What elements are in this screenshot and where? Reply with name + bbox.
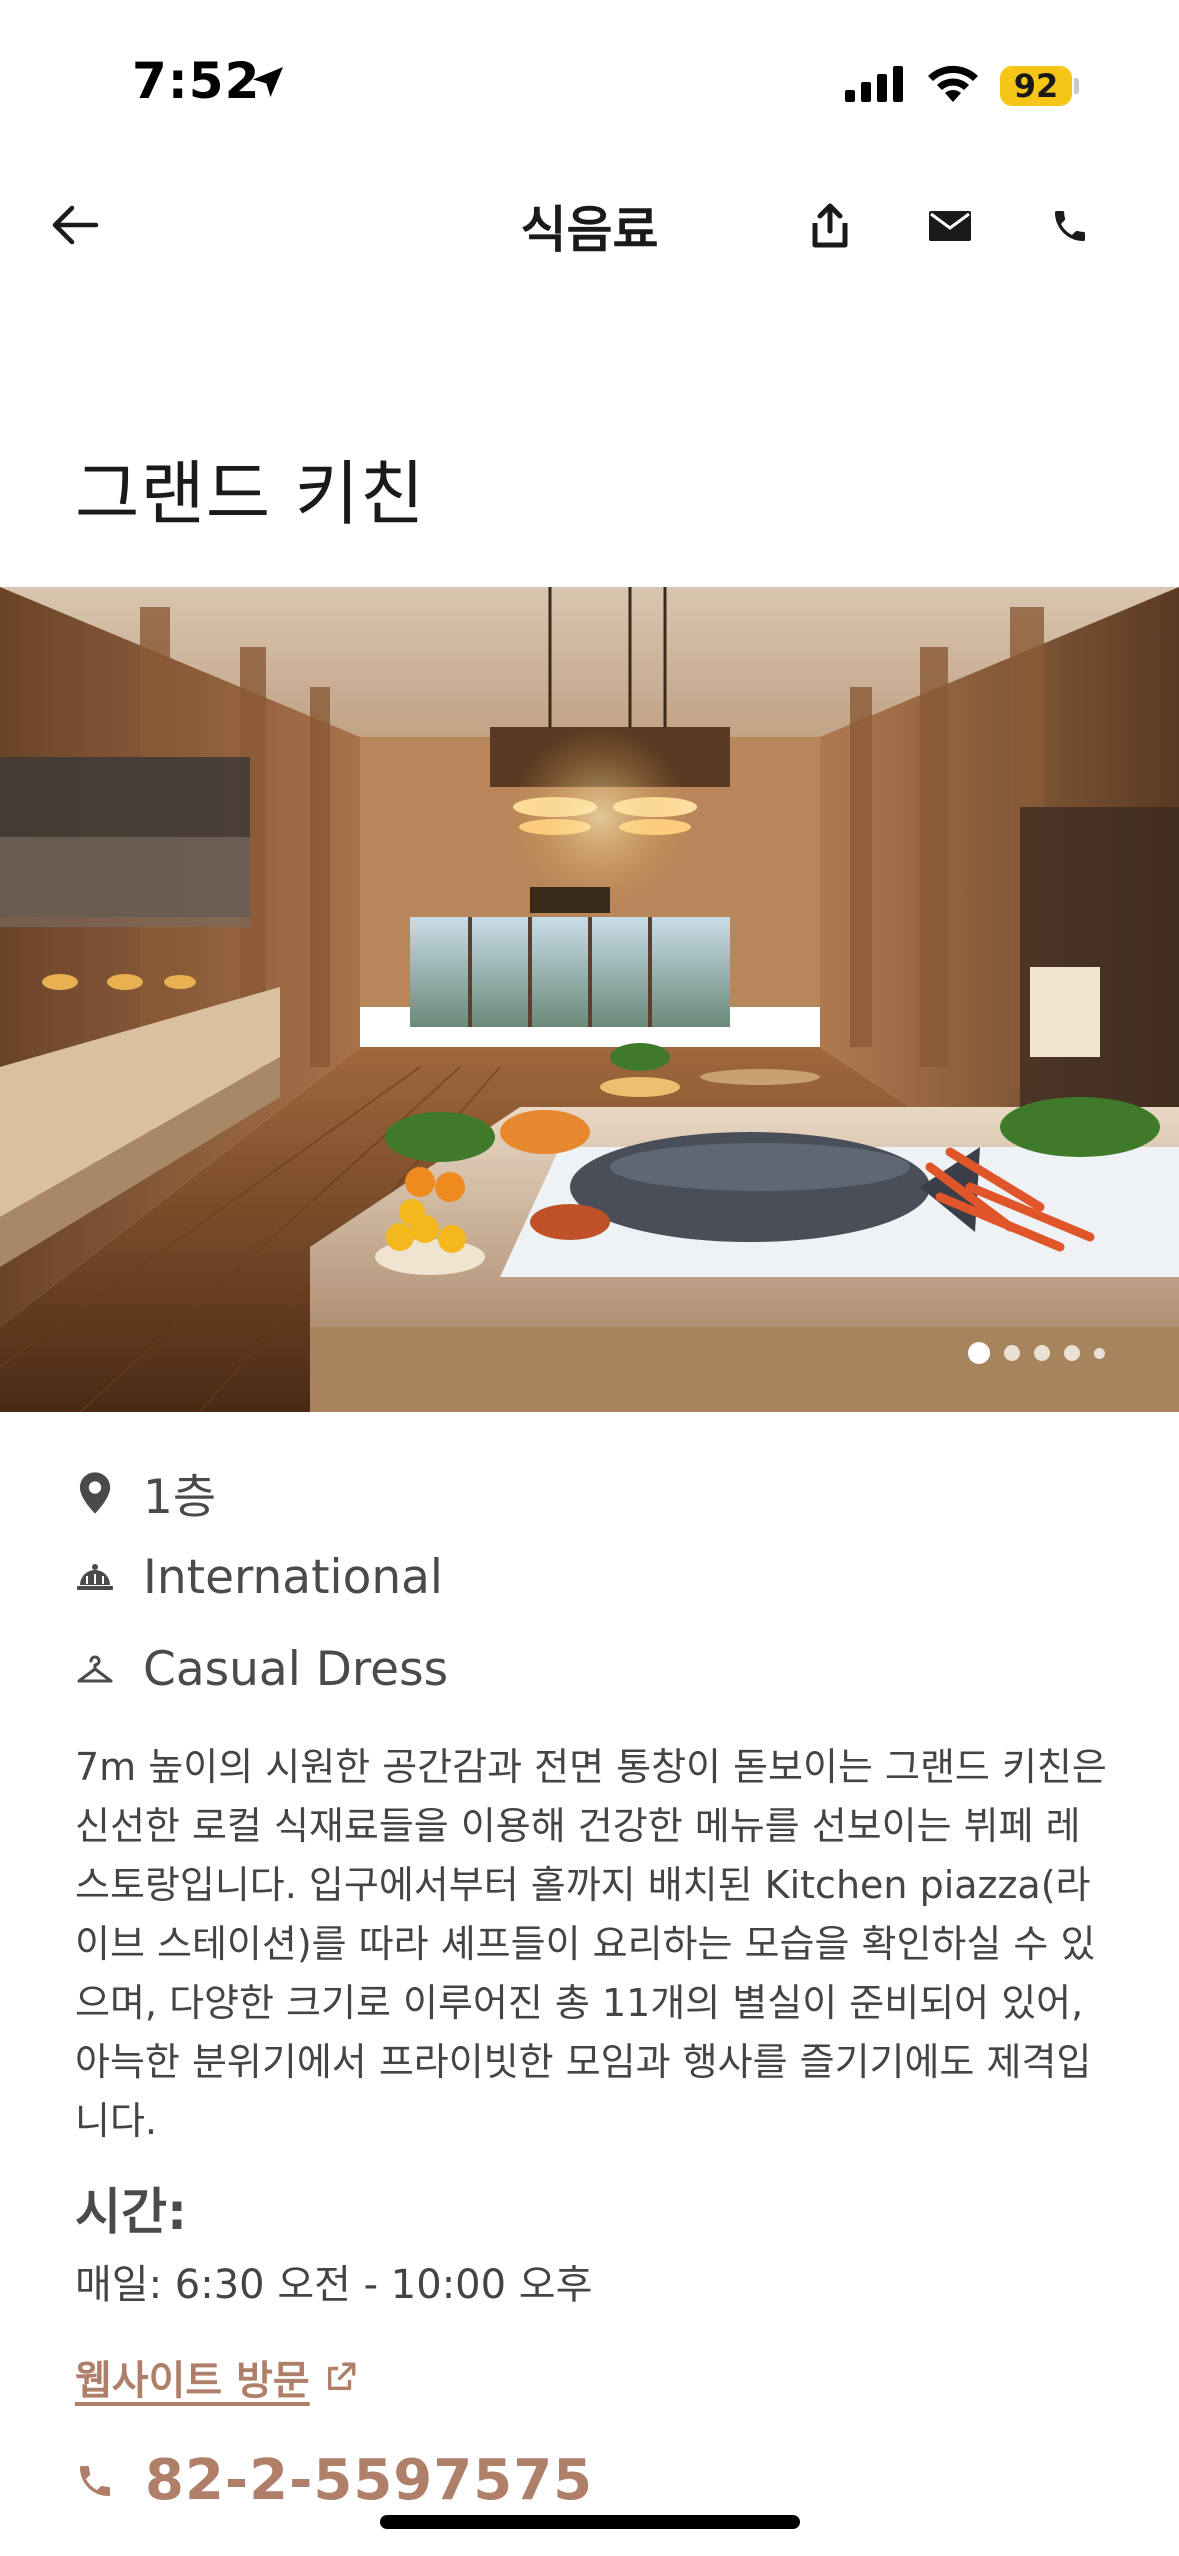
share-button[interactable] xyxy=(800,196,860,256)
cloche-icon xyxy=(75,1556,115,1600)
cuisine-text: International xyxy=(143,1550,443,1605)
mail-button[interactable] xyxy=(920,196,980,256)
mail-icon xyxy=(929,211,971,241)
external-link-icon xyxy=(324,2360,358,2394)
visit-website-link[interactable]: 웹사이트 방문 xyxy=(75,2348,358,2406)
carousel-dot[interactable] xyxy=(1004,1345,1020,1361)
location-arrow-icon xyxy=(248,62,288,106)
hours-heading: 시간: xyxy=(75,2183,187,2241)
cuisine-row: International xyxy=(75,1550,443,1605)
carousel-dot[interactable] xyxy=(1064,1345,1080,1361)
phone-link[interactable]: 82-2-5597575 xyxy=(75,2448,593,2513)
floor-row: 1층 xyxy=(75,1458,216,1527)
carousel-dot[interactable] xyxy=(1034,1345,1050,1361)
hero-image[interactable] xyxy=(0,587,1179,1412)
page-title: 식음료 xyxy=(520,201,659,259)
home-indicator xyxy=(380,2515,800,2529)
battery-icon: 92 xyxy=(1000,66,1072,106)
carousel-dots[interactable] xyxy=(968,1342,1105,1364)
floor-text: 1층 xyxy=(143,1470,217,1525)
hanger-icon xyxy=(75,1648,115,1692)
status-time: 7:52 xyxy=(132,52,261,110)
phone-number: 82-2-5597575 xyxy=(145,2448,594,2513)
phone-button[interactable] xyxy=(1040,196,1100,256)
restaurant-description: 7m 높이의 시원한 공간감과 전면 통창이 돋보이는 그랜드 키친은 신선한 … xyxy=(75,1745,1107,2143)
phone-icon xyxy=(80,2465,110,2496)
visit-website-label: 웹사이트 방문 xyxy=(75,2358,310,2404)
map-pin-icon xyxy=(75,1471,115,1515)
carousel-dot[interactable] xyxy=(1094,1347,1105,1359)
signal-icon xyxy=(845,66,907,106)
dress-code-row: Casual Dress xyxy=(75,1642,448,1697)
battery-cap xyxy=(1074,78,1079,94)
dress-code-text: Casual Dress xyxy=(143,1642,449,1697)
phone-icon xyxy=(1055,211,1085,241)
carousel-dot[interactable] xyxy=(968,1342,990,1364)
share-icon xyxy=(812,203,848,248)
wifi-icon xyxy=(925,64,981,108)
hours-text: 매일: 6:30 오전 - 10:00 오후 xyxy=(75,2262,593,2308)
restaurant-name: 그랜드 키친 xyxy=(75,453,426,535)
